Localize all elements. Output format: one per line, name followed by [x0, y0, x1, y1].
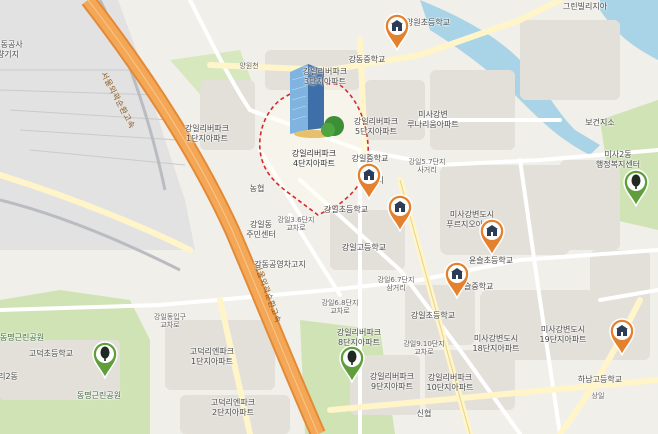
- tree-icon: [92, 341, 118, 379]
- place-label: 윤슬초등학교: [468, 256, 514, 265]
- tree-icon: [623, 169, 649, 207]
- school-icon: [387, 194, 413, 232]
- place-label: 미사강변 루나리움아파트: [407, 110, 459, 129]
- map-canvas[interactable]: 서울외곽순환고속 서울외곽순환고속 강일리버파크 4단지아파트 강일리버파크 1단…: [0, 0, 658, 434]
- place-label: 동명근린공원: [0, 333, 45, 342]
- place-label: 강일초등학교: [323, 205, 369, 214]
- place-label: 강동공영차고지: [254, 260, 306, 269]
- place-label: 리2동: [0, 372, 18, 381]
- place-label: 강일고등학교: [341, 243, 387, 252]
- school-pin[interactable]: [355, 162, 383, 200]
- place-label: 고덕리엔파크 1단지아파트: [189, 347, 235, 366]
- school-icon: [609, 318, 635, 356]
- school-icon: [444, 261, 470, 299]
- school-pin[interactable]: [383, 13, 411, 51]
- school-pin[interactable]: [443, 261, 471, 299]
- place-label: 강일6.7단지 삼거리: [377, 276, 415, 292]
- place-label: 고덕초등학교: [28, 349, 74, 358]
- place-label: 미사강변도시 19단지아파트: [539, 325, 587, 344]
- place-label: 그린빌리지아: [562, 2, 608, 11]
- park-pin[interactable]: [338, 345, 366, 383]
- place-label: 강일9.10단지 교차로: [403, 340, 445, 356]
- place-label: 미사강변도시 18단지아파트: [472, 334, 520, 353]
- school-icon: [356, 162, 382, 200]
- place-label: 강일리버파크 5단지아파트: [353, 117, 399, 136]
- place-label: 하남고등학교: [577, 375, 623, 384]
- school-icon: [384, 13, 410, 51]
- place-label: 상일: [591, 392, 605, 400]
- school-pin[interactable]: [478, 218, 506, 256]
- place-label: 강일6.8단지 교차로: [321, 299, 359, 315]
- place-label: 강일3.6단지 교차로: [277, 216, 315, 232]
- place-label: 강일리버파크 3단지아파트: [302, 67, 348, 86]
- place-label: 강일동입구 교차로: [153, 313, 187, 329]
- place-label: 고동공사 량기지: [0, 40, 23, 59]
- place-label: 동명근린공원: [76, 391, 122, 400]
- park-pin[interactable]: [91, 341, 119, 379]
- place-label: 고덕리엔파크 2단지아파트: [210, 398, 256, 417]
- place-label: 강동중학교: [348, 55, 386, 64]
- place-label: 강일리버파크 4단지아파트: [291, 149, 337, 168]
- school-pin[interactable]: [608, 318, 636, 356]
- place-label: 강일리버파크 9단지아파트: [369, 372, 415, 391]
- school-icon: [479, 218, 505, 256]
- place-label: 미사2동 행정복지센터: [595, 150, 641, 169]
- place-label: 강일초등학교: [410, 311, 456, 320]
- place-label: 강일리버파크 10단지아파트: [426, 373, 474, 392]
- place-label: 강일5.7단지 사거리: [408, 158, 446, 174]
- place-label: 강일동 주민센터: [246, 220, 276, 239]
- school-pin[interactable]: [386, 194, 414, 232]
- place-label: 신협: [416, 409, 432, 418]
- place-label: 보건지소: [585, 118, 615, 127]
- place-label: 양원초등학교: [405, 18, 451, 27]
- place-label: 강일리버파크 1단지아파트: [184, 124, 230, 143]
- place-label: 양원천: [239, 62, 259, 70]
- tree-icon: [339, 345, 365, 383]
- place-label: 농협: [249, 184, 265, 193]
- park-pin[interactable]: [622, 169, 650, 207]
